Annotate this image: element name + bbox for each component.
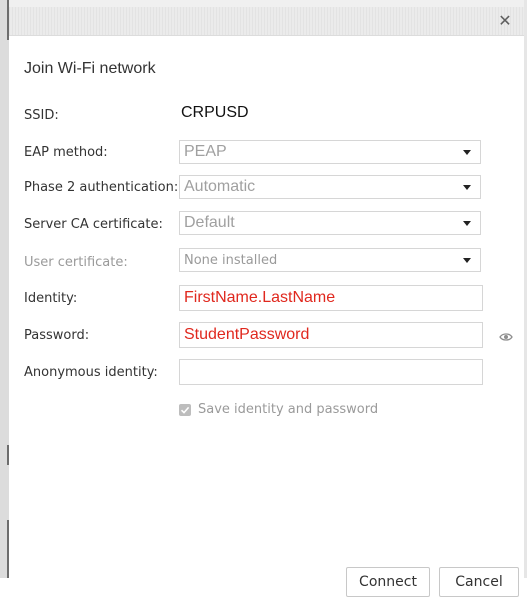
ssid-value: CRPUSD [181, 104, 249, 121]
eye-icon[interactable] [499, 330, 513, 344]
connect-button[interactable]: Connect [346, 567, 430, 597]
password-label: Password: [24, 328, 90, 343]
anonymous-identity-label: Anonymous identity: [24, 365, 158, 380]
identity-input[interactable]: FirstName.LastName [179, 285, 483, 311]
identity-value: FirstName.LastName [184, 289, 336, 306]
server-ca-value: Default [184, 214, 235, 231]
window-top-strip [0, 0, 527, 7]
chevron-down-icon [463, 258, 471, 263]
user-cert-select[interactable]: None installed [179, 248, 481, 272]
chevron-down-icon [463, 221, 471, 226]
eap-method-select[interactable]: PEAP [179, 140, 481, 164]
ssid-label: SSID: [24, 108, 59, 123]
chevron-down-icon [463, 185, 471, 190]
dialog-title: Join Wi-Fi network [24, 60, 156, 77]
anonymous-identity-input[interactable] [179, 359, 483, 385]
save-identity-label: Save identity and password [198, 402, 379, 417]
server-ca-label: Server CA certificate: [24, 217, 163, 232]
save-identity-checkbox[interactable] [179, 404, 191, 416]
eap-method-value: PEAP [184, 143, 227, 160]
user-cert-label: User certificate: [24, 255, 128, 270]
eap-method-label: EAP method: [24, 145, 108, 160]
phase2-auth-label: Phase 2 authentication: [24, 180, 179, 195]
user-cert-value: None installed [184, 253, 278, 268]
phase2-auth-value: Automatic [184, 178, 256, 195]
close-icon[interactable]: ✕ [496, 12, 514, 30]
cancel-button[interactable]: Cancel [439, 567, 519, 597]
join-wifi-dialog: Join Wi-Fi network SSID: CRPUSD EAP meth… [9, 36, 524, 597]
checkmark-icon [180, 406, 190, 414]
server-ca-select[interactable]: Default [179, 211, 481, 235]
identity-label: Identity: [24, 291, 78, 306]
window-left-edge [0, 0, 9, 578]
chevron-down-icon [463, 150, 471, 155]
password-value: StudentPassword [184, 326, 310, 343]
phase2-auth-select[interactable]: Automatic [179, 175, 481, 199]
dialog-titlebar: ✕ [9, 7, 524, 36]
password-input[interactable]: StudentPassword [179, 322, 483, 348]
